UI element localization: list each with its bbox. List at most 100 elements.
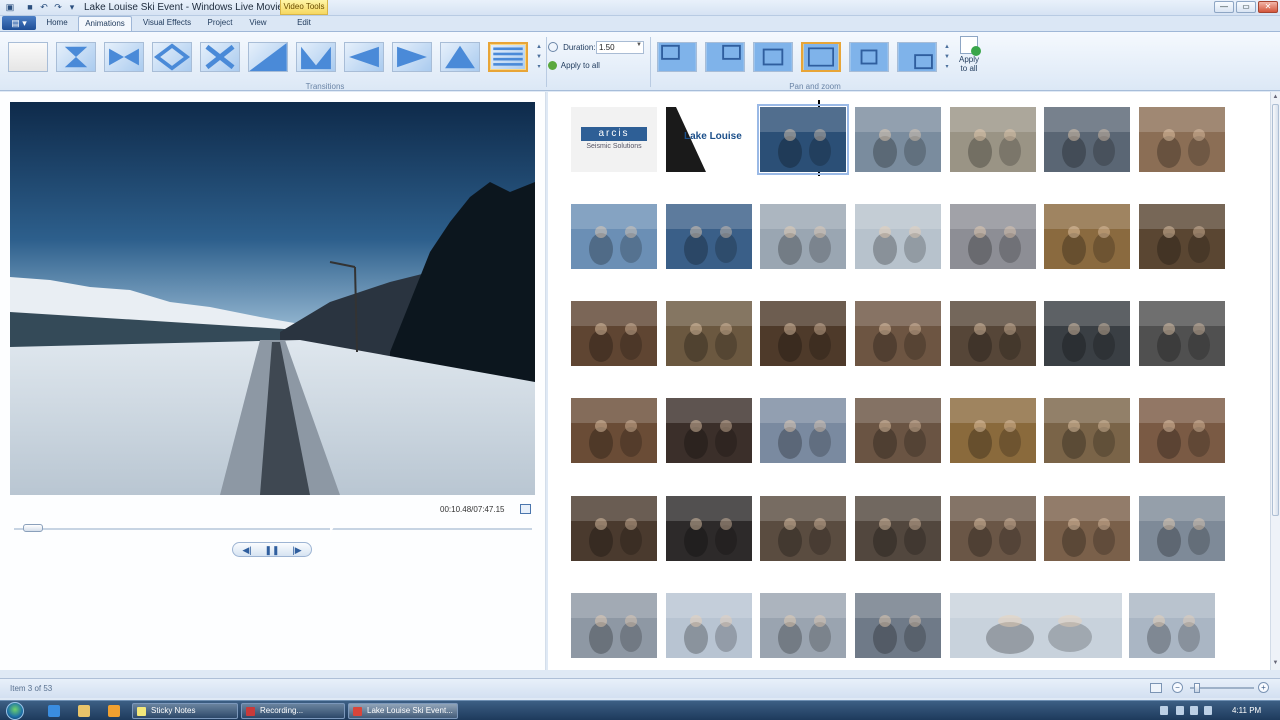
bowtie-icon[interactable]: [104, 42, 144, 72]
video-preview[interactable]: [10, 102, 535, 495]
minimize-button[interactable]: —: [1214, 1, 1234, 13]
storyboard-clip[interactable]: [855, 301, 941, 366]
zoom-out-icon[interactable]: [801, 42, 841, 72]
flag-icon[interactable]: [1176, 706, 1184, 715]
seek-bar[interactable]: [14, 528, 532, 530]
tray-arrow-icon[interactable]: [1160, 706, 1168, 715]
storyboard-clip[interactable]: [950, 398, 1036, 463]
transitions-gallery-scroll[interactable]: ▲ ▼ ▾: [535, 42, 543, 74]
storyboard-clip[interactable]: [1044, 204, 1130, 269]
pan-topleft-icon[interactable]: [657, 42, 697, 72]
storyboard-clip[interactable]: [666, 204, 752, 269]
hourglass-icon[interactable]: [56, 42, 96, 72]
none-icon[interactable]: [8, 42, 48, 72]
volume-icon[interactable]: [1204, 706, 1212, 715]
media-player-icon[interactable]: [108, 705, 120, 717]
previous-frame-button[interactable]: ◀|: [235, 544, 259, 556]
storyboard-clip[interactable]: [1139, 301, 1225, 366]
start-button[interactable]: [6, 702, 24, 720]
storyboard-clip[interactable]: [1129, 593, 1215, 658]
storyboard-clip[interactable]: [760, 593, 846, 658]
taskbar-movie-maker[interactable]: Lake Louise Ski Event...: [348, 703, 458, 719]
zoom-out-button[interactable]: −: [1172, 682, 1183, 693]
storyboard-clip[interactable]: [950, 301, 1036, 366]
tab-home[interactable]: Home: [40, 16, 74, 31]
explorer-icon[interactable]: [78, 705, 90, 717]
undo-icon[interactable]: ↶: [38, 1, 50, 13]
save-icon[interactable]: ■: [24, 1, 36, 13]
tab-view[interactable]: View: [244, 16, 272, 31]
storyboard-clip[interactable]: [1139, 107, 1225, 172]
close-button[interactable]: ✕: [1258, 1, 1278, 13]
maximize-button[interactable]: ▭: [1236, 1, 1256, 13]
storyboard-clip[interactable]: [950, 593, 1122, 658]
horizontal-lines-icon[interactable]: [488, 42, 528, 72]
taskbar-sticky-notes[interactable]: Sticky Notes: [132, 703, 238, 719]
storyboard-clip[interactable]: [666, 496, 752, 561]
thumbnail-size-icon[interactable]: [1150, 683, 1162, 693]
tab-project[interactable]: Project: [202, 16, 238, 31]
storyboard-clip[interactable]: [1044, 107, 1130, 172]
storyboard-clip[interactable]: [760, 496, 846, 561]
storyboard-clip[interactable]: [950, 496, 1036, 561]
storyboard-clip[interactable]: [950, 107, 1036, 172]
arrow-left-icon[interactable]: [344, 42, 384, 72]
storyboard-scrollbar[interactable]: ▲ ▼: [1270, 92, 1280, 670]
tab-edit[interactable]: Edit: [290, 16, 318, 31]
next-frame-button[interactable]: |▶: [285, 544, 309, 556]
network-icon[interactable]: [1190, 706, 1198, 715]
storyboard-clip[interactable]: [571, 204, 657, 269]
storyboard-clip[interactable]: [760, 301, 846, 366]
storyboard-clip[interactable]: [855, 204, 941, 269]
storyboard-clip[interactable]: [855, 107, 941, 172]
redo-icon[interactable]: ↷: [52, 1, 64, 13]
duration-dropdown-icon[interactable]: ▼: [636, 42, 642, 48]
storyboard-clip[interactable]: [571, 496, 657, 561]
storyboard-clip[interactable]: [1139, 398, 1225, 463]
storyboard-clip[interactable]: [855, 496, 941, 561]
ie-icon[interactable]: [48, 705, 60, 717]
storyboard-clip[interactable]: arcis Seismic Solutions: [571, 107, 657, 172]
zoom-in-icon[interactable]: [753, 42, 793, 72]
scroll-down-icon[interactable]: ▼: [1272, 660, 1279, 668]
storyboard-clip[interactable]: [666, 398, 752, 463]
panzoom-gallery-scroll[interactable]: ▲ ▼ ▾: [943, 42, 951, 74]
cross-icon[interactable]: [200, 42, 240, 72]
storyboard-clip[interactable]: [666, 593, 752, 658]
arrow-right-icon[interactable]: [392, 42, 432, 72]
fullscreen-icon[interactable]: [520, 504, 531, 514]
customize-icon[interactable]: ▾: [66, 1, 78, 13]
tab-animations[interactable]: Animations: [78, 16, 132, 31]
storyboard-clip[interactable]: [1044, 398, 1130, 463]
pan-bottomright-icon[interactable]: [897, 42, 937, 72]
storyboard-clip[interactable]: [1139, 204, 1225, 269]
storyboard-clip[interactable]: [760, 204, 846, 269]
storyboard-clip[interactable]: [760, 398, 846, 463]
tab-visual-effects[interactable]: Visual Effects: [136, 16, 198, 31]
storyboard-clip[interactable]: [1044, 496, 1130, 561]
storyboard-clip[interactable]: Lake Louise: [666, 107, 752, 172]
pan-topright-icon[interactable]: [705, 42, 745, 72]
storyboard-clip[interactable]: [950, 204, 1036, 269]
pan-center-icon[interactable]: [849, 42, 889, 72]
chevron-down-icon[interactable]: [296, 42, 336, 72]
diamond-icon[interactable]: [152, 42, 192, 72]
triangle-up-icon[interactable]: [440, 42, 480, 72]
pause-button[interactable]: ❚❚: [260, 544, 284, 556]
storyboard-clip[interactable]: [757, 104, 849, 175]
storyboard-clip[interactable]: [571, 301, 657, 366]
storyboard-clip[interactable]: [1139, 496, 1225, 561]
apply-to-all-panzoom-button[interactable]: Apply to all: [955, 34, 983, 84]
storyboard-clip[interactable]: [855, 593, 941, 658]
scrollbar-thumb[interactable]: [1272, 104, 1279, 516]
storyboard-clip[interactable]: [571, 398, 657, 463]
storyboard-clip[interactable]: [666, 301, 752, 366]
apply-to-all-transitions[interactable]: Apply to all: [548, 61, 600, 71]
seek-thumb[interactable]: [23, 524, 44, 532]
storyboard-clip[interactable]: [855, 398, 941, 463]
scroll-up-icon[interactable]: ▲: [1272, 94, 1279, 102]
zoom-slider-thumb[interactable]: [1193, 683, 1200, 693]
app-menu-button[interactable]: ▤ ▾: [2, 16, 36, 30]
zoom-in-button[interactable]: +: [1258, 682, 1269, 693]
storyboard-clip[interactable]: [571, 593, 657, 658]
